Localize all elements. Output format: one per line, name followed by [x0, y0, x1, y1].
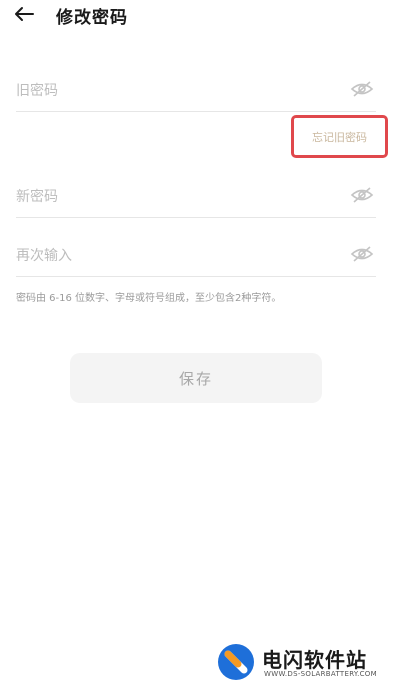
- header: 修改密码: [0, 0, 400, 30]
- forgot-password-link[interactable]: 忘记旧密码: [312, 129, 367, 145]
- watermark-url: WWW.DS-SOLARBATTERY.COM: [264, 670, 377, 678]
- page-title: 修改密码: [56, 8, 128, 28]
- eye-off-icon[interactable]: [350, 80, 374, 98]
- save-button-label: 保存: [178, 369, 213, 388]
- confirm-password-placeholder: 再次输入: [16, 248, 72, 264]
- confirm-password-field[interactable]: 再次输入: [16, 233, 376, 277]
- eye-off-icon[interactable]: [350, 245, 374, 263]
- back-button[interactable]: [10, 2, 38, 26]
- arrow-left-icon: [15, 7, 34, 21]
- site-logo-icon: [218, 644, 254, 680]
- old-password-field[interactable]: 旧密码: [16, 68, 376, 112]
- forgot-password-highlight: 忘记旧密码: [291, 115, 388, 158]
- watermark: 电闪软件站 WWW.DS-SOLARBATTERY.COM: [202, 635, 400, 689]
- new-password-field[interactable]: 新密码: [16, 174, 376, 218]
- password-hint: 密码由 6-16 位数字、字母或符号组成，至少包含2种字符。: [16, 293, 282, 304]
- save-button[interactable]: 保存: [70, 353, 322, 403]
- eye-off-icon[interactable]: [350, 186, 374, 204]
- new-password-placeholder: 新密码: [16, 189, 58, 205]
- old-password-placeholder: 旧密码: [16, 83, 58, 99]
- watermark-name: 电闪软件站: [262, 648, 367, 672]
